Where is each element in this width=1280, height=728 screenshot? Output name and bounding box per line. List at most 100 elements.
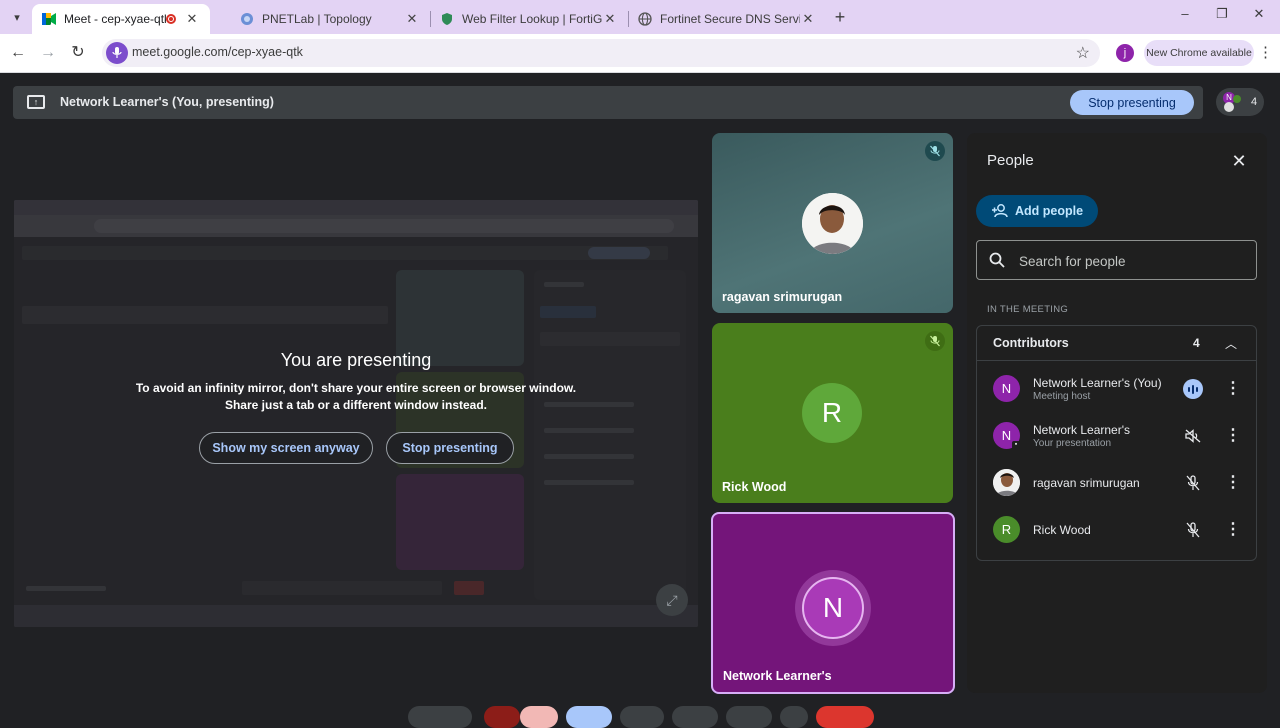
search-people-field[interactable] <box>976 240 1257 280</box>
reload-icon: ↻ <box>71 44 85 61</box>
participant-name: Rick Wood <box>722 480 787 494</box>
close-tab-icon[interactable]: ✕ <box>602 11 618 27</box>
people-list-item: N Network Learner's (You) Meeting host ⋮ <box>977 366 1256 412</box>
restore-button[interactable]: ❐ <box>1207 6 1237 22</box>
url-text: meet.google.com/cep-xyae-qtk <box>132 45 303 59</box>
more-options-icon[interactable]: ⋮ <box>1225 378 1241 400</box>
close-icon[interactable]: ✕ <box>1228 150 1250 172</box>
participant-tile-network-learner[interactable]: N Network Learner's <box>711 512 955 694</box>
mic-off-icon <box>925 141 945 161</box>
mic-off-icon[interactable] <box>1183 473 1203 493</box>
speaking-icon <box>1183 379 1203 399</box>
mic-off-icon <box>925 331 945 351</box>
avatar: N <box>993 375 1020 402</box>
captions-control-button[interactable] <box>672 706 718 728</box>
bookmark-star-icon[interactable]: ☆ <box>1076 43 1090 63</box>
present-screen-icon: ↑ <box>27 95 45 109</box>
show-screen-anyway-button[interactable]: Show my screen anyway <box>199 432 373 464</box>
more-options-control-button[interactable] <box>780 706 808 728</box>
presenting-banner: ↑ Network Learner's (You, presenting) St… <box>13 86 1203 119</box>
close-tab-icon[interactable]: ✕ <box>404 11 420 27</box>
person-name: ragavan srimurugan <box>1033 476 1140 490</box>
tab-meet[interactable]: Meet - cep-xyae-qtk ✕ <box>32 4 210 34</box>
globe-icon <box>638 12 652 26</box>
close-tab-icon[interactable]: ✕ <box>184 11 200 27</box>
new-tab-button[interactable]: + <box>830 7 850 27</box>
participant-avatar <box>1233 95 1241 103</box>
raise-hand-button[interactable] <box>726 706 772 728</box>
close-window-button[interactable]: ✕ <box>1244 6 1274 22</box>
present-control-button[interactable] <box>566 706 612 728</box>
participant-avatar <box>1224 102 1234 112</box>
present-screen-icon: ▪ <box>1012 441 1020 449</box>
tab-title: Web Filter Lookup | FortiGuard <box>462 12 602 26</box>
participant-name: Network Learner's <box>723 669 832 683</box>
participant-tile-rick[interactable]: R Rick Wood <box>712 323 953 503</box>
microphone-in-use-icon[interactable] <box>106 42 128 64</box>
tab-search-button[interactable]: ▾ <box>6 7 28 27</box>
participant-tile-ragavan[interactable]: ragavan srimurugan <box>712 133 953 313</box>
volume-off-icon[interactable] <box>1183 426 1203 446</box>
participant-initial: N <box>802 577 864 639</box>
avatar: R <box>993 516 1020 543</box>
participant-count: 4 <box>1251 96 1258 108</box>
minimize-button[interactable]: – <box>1170 6 1200 21</box>
person-name: Network Learner's <box>1033 423 1130 437</box>
tab-fortiguard[interactable]: Web Filter Lookup | FortiGuard ✕ <box>430 4 628 34</box>
message-line: Share just a tab or a different window i… <box>224 398 488 412</box>
stop-presenting-button[interactable]: Stop presenting <box>1070 90 1194 115</box>
tab-fortinet-dns[interactable]: Fortinet Secure DNS Service Po ✕ <box>628 4 826 34</box>
participant-name: ragavan srimurugan <box>722 290 843 304</box>
emoji-control-button[interactable] <box>620 706 664 728</box>
add-person-icon <box>991 204 1008 218</box>
pnetlab-icon <box>240 12 254 26</box>
group-count: 4 <box>1193 336 1200 350</box>
person-role: Meeting host <box>1033 391 1091 402</box>
tab-title: PNETLab | Topology <box>262 12 372 26</box>
leave-call-button[interactable] <box>816 706 874 728</box>
group-label[interactable]: Contributors <box>993 336 1069 350</box>
participant-photo <box>802 193 863 254</box>
person-role: Your presentation <box>1033 438 1112 449</box>
mic-control-button[interactable] <box>408 706 472 728</box>
reload-button[interactable]: ↻ <box>67 42 89 64</box>
close-tab-icon[interactable]: ✕ <box>800 11 816 27</box>
divider <box>977 360 1256 361</box>
address-bar[interactable]: meet.google.com/cep-xyae-qtk ☆ <box>102 39 1100 67</box>
browser-tab-strip: ▾ Meet - cep-xyae-qtk ✕ PNETLab | Topolo… <box>0 0 1280 34</box>
avatar <box>993 469 1020 496</box>
expand-icon[interactable]: ⤢ <box>656 584 688 616</box>
forward-button[interactable]: → <box>37 42 59 64</box>
more-options-icon[interactable]: ⋮ <box>1225 472 1241 494</box>
search-people-input[interactable] <box>1017 250 1241 272</box>
person-name: Rick Wood <box>1033 523 1091 537</box>
people-panel: People ✕ Add people IN THE MEETING Contr… <box>967 133 1267 693</box>
contributors-group: Contributors 4 ︿ N Network Learner's (Yo… <box>976 325 1257 561</box>
participants-count-button[interactable]: N 4 <box>1216 88 1264 116</box>
presenting-title: Network Learner's (You, presenting) <box>60 95 274 109</box>
google-meet-icon <box>42 12 56 26</box>
stop-presenting-overlay-button[interactable]: Stop presenting <box>386 432 514 464</box>
chevron-up-icon[interactable]: ︿ <box>1225 335 1237 352</box>
add-people-button[interactable]: Add people <box>976 195 1098 227</box>
camera-off-icon[interactable] <box>520 706 558 728</box>
panel-title: People <box>987 152 1034 169</box>
chrome-update-button[interactable]: New Chrome available <box>1144 40 1254 66</box>
recording-icon <box>166 14 176 24</box>
profile-avatar[interactable]: j <box>1116 44 1134 62</box>
section-label: IN THE MEETING <box>987 304 1069 315</box>
tab-pnetlab[interactable]: PNETLab | Topology ✕ <box>230 4 430 34</box>
camera-control-button[interactable] <box>484 706 520 728</box>
people-list-item: ragavan srimurugan ⋮ <box>977 460 1256 506</box>
chrome-menu-icon[interactable]: ⋮ <box>1258 43 1273 61</box>
chevron-down-icon: ▾ <box>14 11 20 24</box>
add-people-label: Add people <box>1014 204 1084 218</box>
participant-initial: R <box>802 383 862 443</box>
browser-toolbar: ← → ↻ meet.google.com/cep-xyae-qtk ☆ j N… <box>0 34 1280 73</box>
fortiguard-icon <box>440 12 454 26</box>
mic-off-icon[interactable] <box>1183 520 1203 540</box>
more-options-icon[interactable]: ⋮ <box>1225 425 1241 447</box>
infinity-mirror-message: To avoid an infinity mirror, don't share… <box>14 380 698 414</box>
back-button[interactable]: ← <box>7 42 29 64</box>
more-options-icon[interactable]: ⋮ <box>1225 519 1241 541</box>
